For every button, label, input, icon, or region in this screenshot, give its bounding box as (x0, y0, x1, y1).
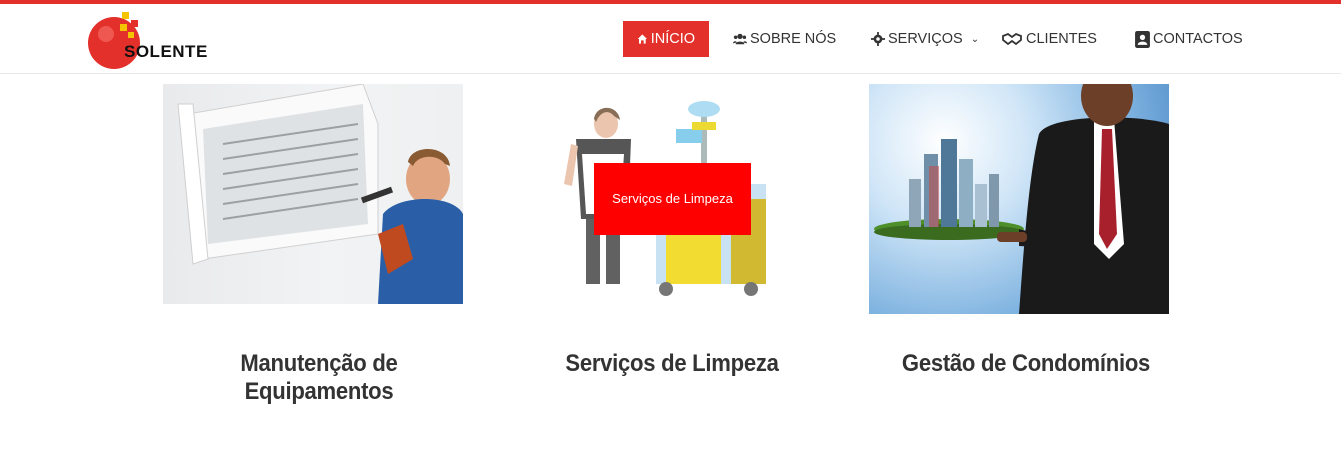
nav-item-clientes[interactable]: CLIENTES (1001, 21, 1097, 57)
service-title-condominium[interactable]: Gestão de Condomínios (879, 350, 1173, 378)
nav-label: CLIENTES (1026, 31, 1097, 47)
nav-item-contactos[interactable]: CONTACTOS (1135, 21, 1243, 57)
businessman-buildings-illustration (874, 84, 1169, 314)
nav-item-servicos[interactable]: SERVIÇOS ⌄ (871, 21, 979, 57)
nav-label: INÍCIO (650, 31, 695, 47)
logo-text: SOLENTE (124, 42, 208, 61)
handshake-icon (1002, 32, 1022, 46)
ac-technician-illustration (177, 84, 463, 304)
nav-label: SOBRE NÓS (750, 31, 837, 47)
cleaning-hover-overlay[interactable]: Serviços de Limpeza (594, 163, 751, 235)
nav-item-inicio[interactable]: INÍCIO (623, 21, 709, 57)
maintenance-image[interactable] (163, 84, 463, 304)
service-title-maintenance[interactable]: Manutenção de Equipamentos (172, 350, 466, 406)
condominium-image[interactable] (869, 84, 1169, 314)
gear-icon (871, 32, 885, 46)
nav-label: CONTACTOS (1153, 31, 1243, 47)
service-title-cleaning[interactable]: Serviços de Limpeza (525, 350, 819, 378)
site-header: SOLENTE INÍCIO SOBRE NÓS SERVIÇOS ⌄ CLIE… (0, 4, 1341, 74)
users-icon (733, 33, 747, 45)
logo[interactable]: SOLENTE (88, 12, 207, 72)
chevron-down-icon: ⌄ (970, 33, 980, 45)
nav-label: SERVIÇOS (888, 31, 963, 47)
home-icon (637, 34, 648, 44)
nav-item-sobre-nos[interactable]: SOBRE NÓS (733, 21, 836, 57)
contact-card-icon (1135, 30, 1150, 48)
